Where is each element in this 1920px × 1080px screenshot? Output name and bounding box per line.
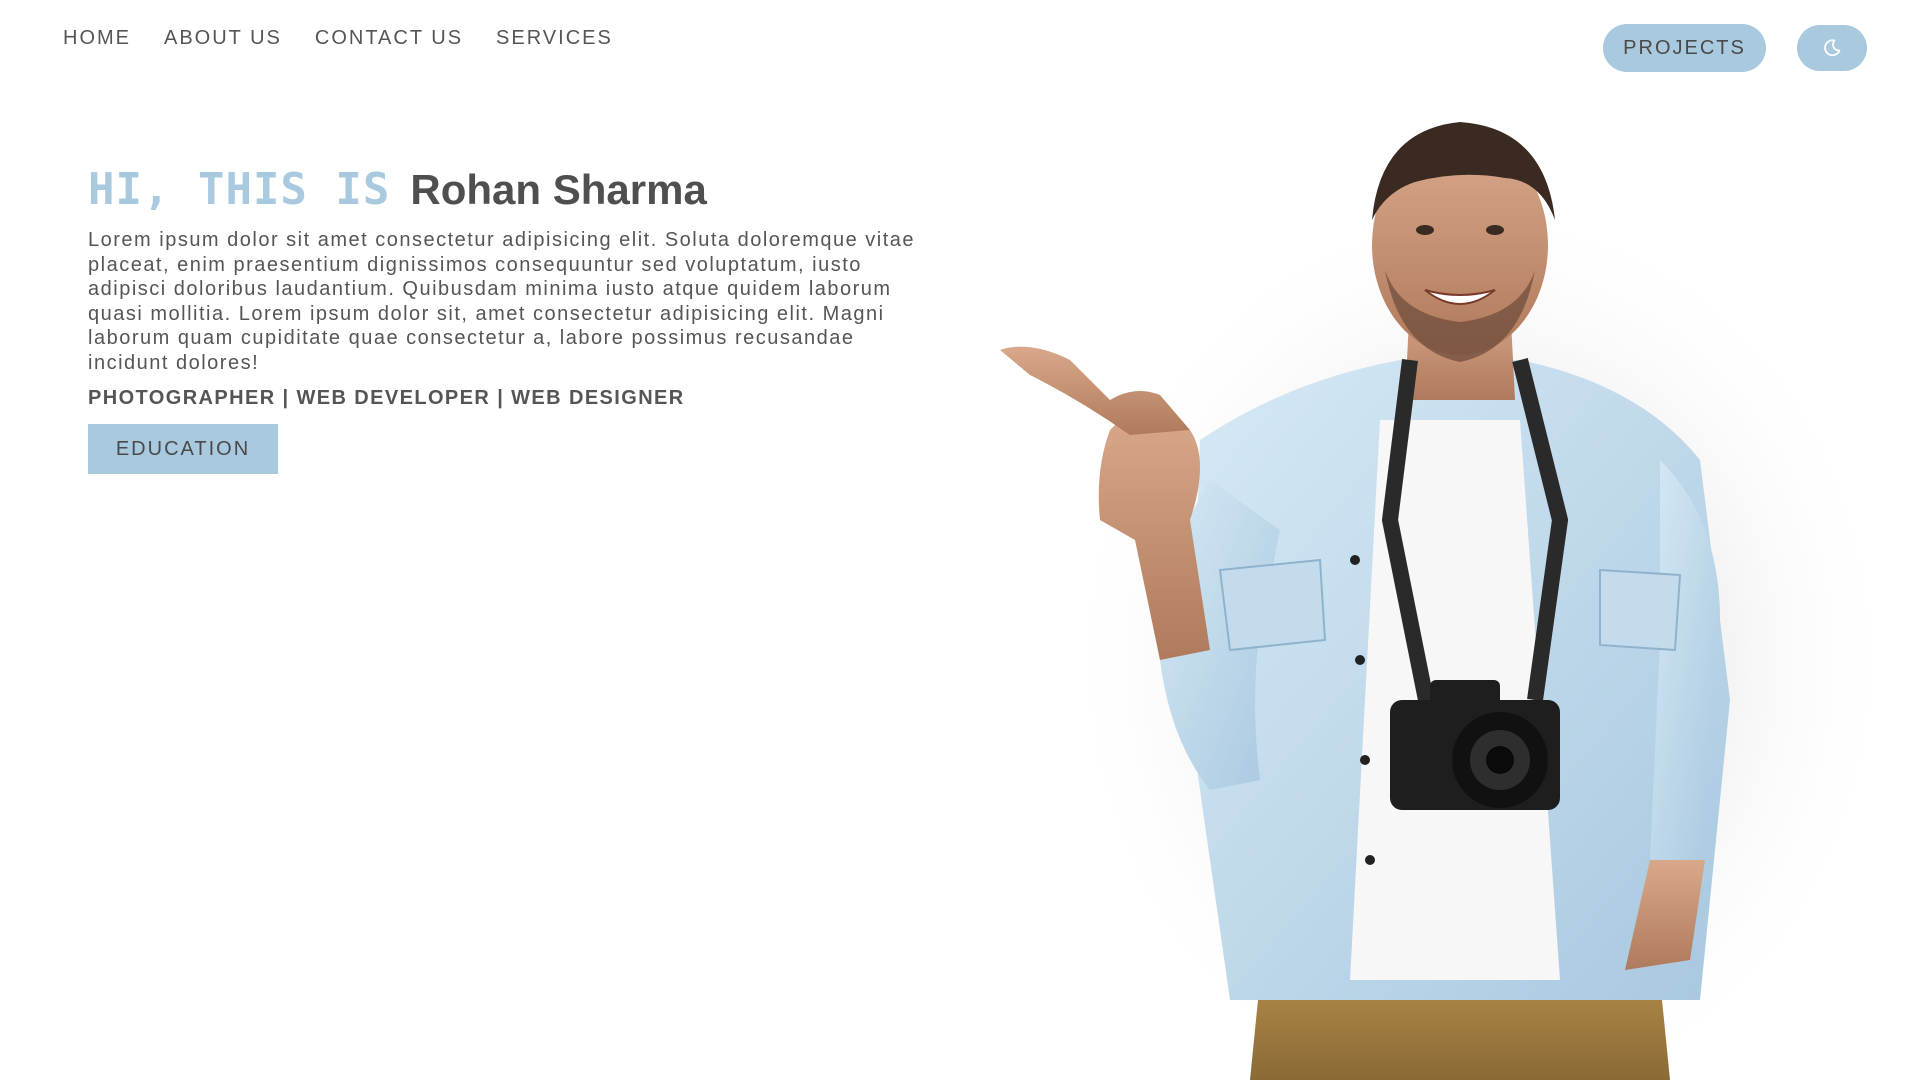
theme-toggle-button[interactable] — [1797, 25, 1867, 71]
main-nav: HOME ABOUT US CONTACT US SERVICES — [63, 24, 613, 52]
hero-title: HI, THIS IS Rohan Sharma — [88, 162, 918, 218]
education-button[interactable]: EDUCATION — [88, 424, 278, 474]
nav-services-link[interactable]: SERVICES — [496, 24, 613, 52]
nav-about-link[interactable]: ABOUT US — [164, 24, 282, 52]
hero-section: HI, THIS IS Rohan Sharma Lorem ipsum dol… — [88, 162, 918, 474]
hero-greeting: HI, THIS IS — [88, 164, 391, 215]
profile-photo — [1000, 122, 1900, 1080]
projects-button[interactable]: PROJECTS — [1603, 24, 1766, 72]
hero-bio: Lorem ipsum dolor sit amet consectetur a… — [88, 229, 916, 374]
hero-name: Rohan Sharma — [410, 166, 707, 213]
nav-home-link[interactable]: HOME — [63, 24, 131, 52]
moon-icon — [1824, 39, 1841, 57]
hero-roles: PHOTOGRAPHER | WEB DEVELOPER | WEB DESIG… — [88, 387, 685, 409]
nav-contact-link[interactable]: CONTACT US — [315, 24, 463, 52]
